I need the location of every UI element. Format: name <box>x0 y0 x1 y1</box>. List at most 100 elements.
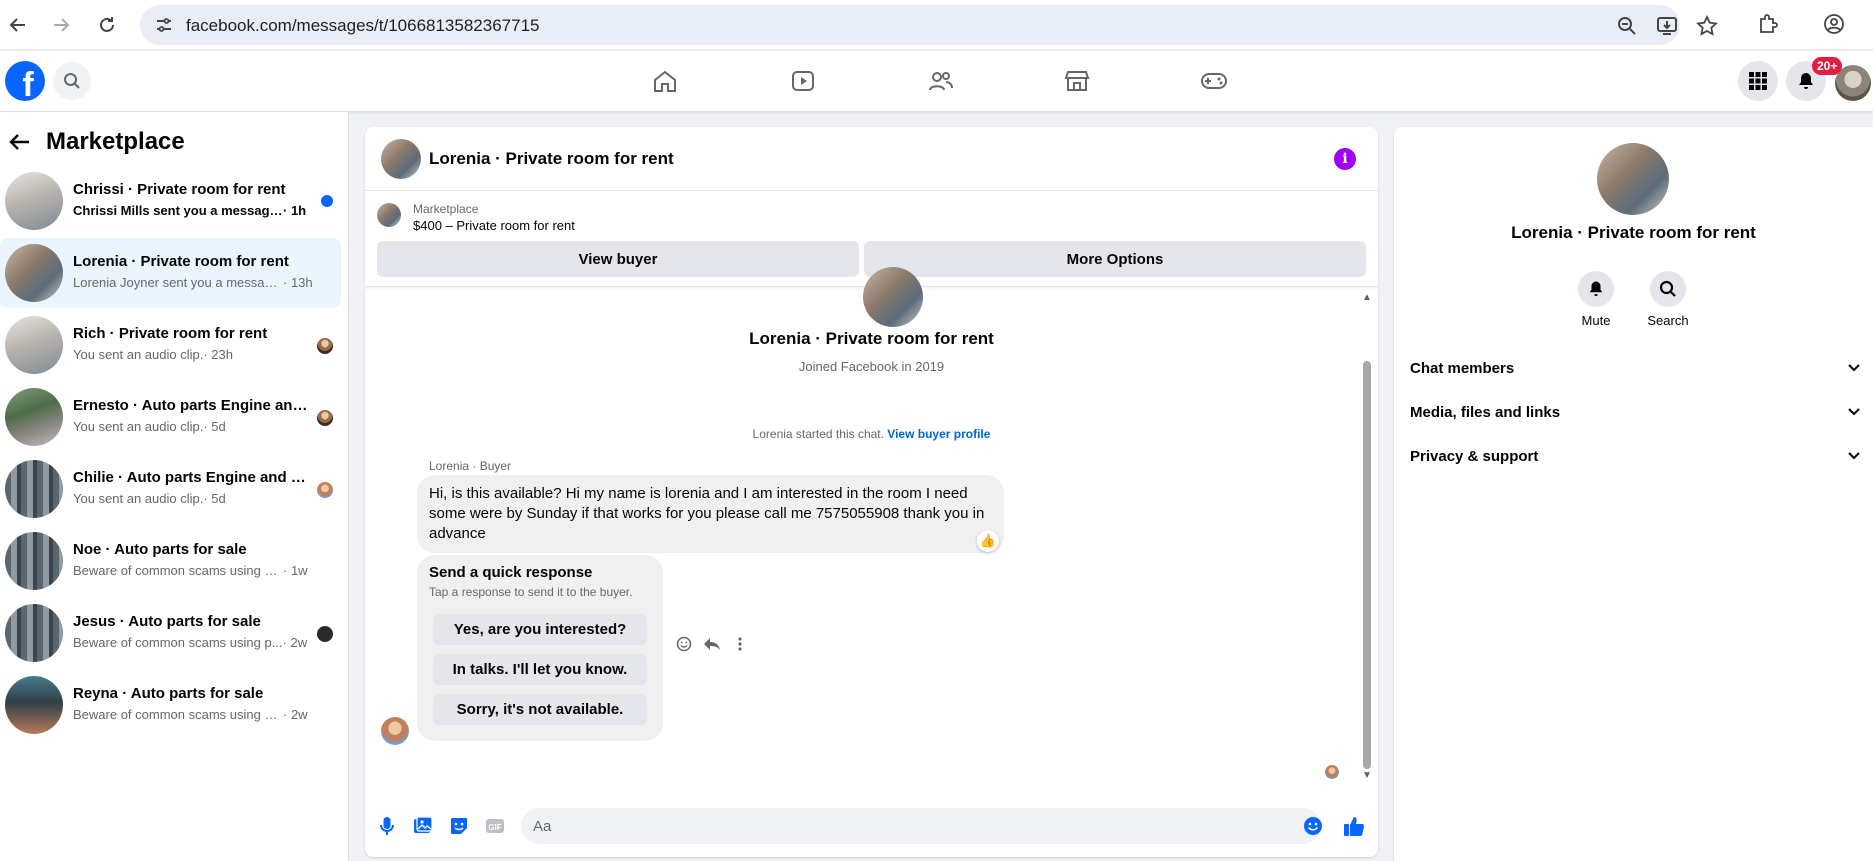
section-label: Privacy & support <box>1410 447 1539 465</box>
conversation-details-panel: Lorenia · Private room for rent Mute Sea… <box>1394 127 1873 861</box>
conversation-snippet: Chrissi Mills sent you a message a... <box>73 203 283 218</box>
conversation-item[interactable]: Jesus · Auto parts for sale Beware of co… <box>0 598 341 668</box>
facebook-logo[interactable]: f <box>5 61 45 101</box>
conversation-name: Reyna · Auto parts for sale <box>73 685 264 702</box>
home-icon[interactable] <box>650 66 680 96</box>
gif-icon[interactable]: GIF <box>483 814 507 838</box>
conversation-avatar <box>5 460 63 518</box>
photo-icon[interactable] <box>411 814 435 838</box>
listing-thumbnail[interactable] <box>377 203 401 227</box>
view-buyer-profile-link[interactable]: View buyer profile <box>887 427 990 441</box>
details-name: Lorenia · Private room for rent <box>1511 223 1756 242</box>
mute-label: Mute <box>1581 313 1611 328</box>
extensions-icon[interactable] <box>1757 13 1779 35</box>
marketplace-icon[interactable] <box>1062 66 1092 96</box>
unread-indicator <box>321 195 333 207</box>
video-icon[interactable] <box>788 66 818 96</box>
grid-icon <box>1749 72 1767 90</box>
back-arrow-icon[interactable] <box>3 10 33 40</box>
bell-icon <box>1589 281 1603 297</box>
quick-response-card: Send a quick response Tap a response to … <box>417 555 663 741</box>
conversation-item[interactable]: Lorenia · Private room for rent Lorenia … <box>0 238 341 308</box>
gaming-icon[interactable] <box>1199 66 1229 96</box>
conversation-item[interactable]: Rich · Private room for rent You sent an… <box>0 310 341 380</box>
quick-response-option[interactable]: In talks. I'll let you know. <box>433 654 647 685</box>
listing-source: Marketplace <box>413 202 479 216</box>
scroll-down-icon[interactable]: ▼ <box>1361 771 1373 781</box>
buyer-avatar[interactable] <box>381 717 409 745</box>
more-options-button[interactable]: More Options <box>864 241 1366 277</box>
menu-grid-button[interactable] <box>1738 61 1778 101</box>
mute-button[interactable]: Mute <box>1566 271 1626 328</box>
privacy-support-section[interactable]: Privacy & support <box>1410 441 1860 471</box>
search-conversation-button[interactable]: Search <box>1638 271 1698 328</box>
chat-window: Lorenia · Private room for rent i Market… <box>365 127 1378 857</box>
seen-by-avatar <box>317 482 333 498</box>
chat-avatar[interactable] <box>381 139 421 179</box>
conversation-item[interactable]: Reyna · Auto parts for sale Beware of co… <box>0 670 341 740</box>
forward-arrow-icon[interactable] <box>46 10 76 40</box>
conversation-time: · 5d <box>203 419 226 434</box>
bookmark-star-icon[interactable] <box>1696 15 1718 37</box>
conversation-avatar <box>5 172 63 230</box>
chat-started-notice: Lorenia started this chat. View buyer pr… <box>365 427 1378 441</box>
search-icon <box>64 73 80 89</box>
message-bubble[interactable]: Hi, is this available? Hi my name is lor… <box>417 475 1004 553</box>
conversation-item[interactable]: Ernesto · Auto parts Engine and ... You … <box>0 382 341 452</box>
friends-icon[interactable] <box>926 66 956 96</box>
emoji-icon[interactable] <box>1301 814 1325 838</box>
listing-price[interactable]: $400 – Private room for rent <box>413 218 575 233</box>
thumbs-up-reaction-icon[interactable]: 👍 <box>977 530 999 552</box>
facebook-search-button[interactable] <box>53 62 91 100</box>
conversation-avatar <box>5 244 63 302</box>
conversation-item[interactable]: Noe · Auto parts for sale Beware of comm… <box>0 526 341 596</box>
conversation-time: · 2w <box>282 635 308 650</box>
conversation-time: · 5d <box>203 491 226 506</box>
more-vertical-icon[interactable] <box>729 633 751 655</box>
conversation-time: · 1w <box>283 563 308 578</box>
quick-response-option[interactable]: Yes, are you interested? <box>433 614 647 645</box>
seen-by-avatar <box>317 626 333 642</box>
marketplace-conversation-list: Marketplace Chrissi · Private room for r… <box>0 112 349 861</box>
chat-started-text: Lorenia started this chat. <box>752 427 888 441</box>
media-files-links-section[interactable]: Media, files and links <box>1410 397 1860 427</box>
microphone-icon[interactable] <box>375 814 399 838</box>
address-bar[interactable]: facebook.com/messages/t/1066813582367715 <box>140 5 1718 45</box>
quick-response-option[interactable]: Sorry, it's not available. <box>433 694 647 725</box>
message-input[interactable] <box>521 808 1321 844</box>
section-label: Chat members <box>1410 359 1515 377</box>
site-settings-icon[interactable] <box>154 15 174 35</box>
chevron-down-icon <box>1848 364 1860 372</box>
reply-icon[interactable] <box>701 633 723 655</box>
details-avatar[interactable] <box>1597 143 1669 215</box>
intro-joined: Joined Facebook in 2019 <box>798 359 945 374</box>
view-buyer-button[interactable]: View buyer <box>377 241 859 277</box>
chat-header: Lorenia · Private room for rent i <box>365 127 1378 191</box>
message-actions <box>673 633 751 655</box>
scroll-up-icon[interactable]: ▲ <box>1361 293 1373 303</box>
info-icon[interactable]: i <box>1334 148 1356 170</box>
browser-profile-icon[interactable] <box>1823 13 1845 35</box>
seen-avatar <box>1325 765 1339 779</box>
message-composer: GIF <box>365 797 1378 857</box>
thumbs-up-send-icon[interactable] <box>1342 814 1366 838</box>
conversation-time: · 2w <box>283 707 308 722</box>
back-arrow-icon[interactable] <box>8 130 32 154</box>
zoom-icon[interactable] <box>1616 15 1638 37</box>
chat-members-section[interactable]: Chat members <box>1410 353 1860 383</box>
scrollbar-thumb[interactable] <box>1363 361 1371 769</box>
chat-title[interactable]: Lorenia · Private room for rent <box>429 149 674 169</box>
conversation-snippet: You sent an audio clip. <box>73 491 204 506</box>
conversation-item[interactable]: Chilie · Auto parts Engine and Tr... You… <box>0 454 341 524</box>
conversation-avatar <box>5 388 63 446</box>
conversation-name: Noe · Auto parts for sale <box>73 541 247 558</box>
chevron-down-icon <box>1848 408 1860 416</box>
conversation-time: · 13h <box>283 275 313 290</box>
sticker-icon[interactable] <box>447 814 471 838</box>
conversation-item[interactable]: Chrissi · Private room for rent Chrissi … <box>0 166 341 236</box>
install-app-icon[interactable] <box>1656 15 1678 37</box>
reload-icon[interactable] <box>92 10 122 40</box>
react-emoji-icon[interactable] <box>673 633 695 655</box>
seen-by-avatar <box>317 338 333 354</box>
conversation-name: Chrissi · Private room for rent <box>73 181 286 198</box>
